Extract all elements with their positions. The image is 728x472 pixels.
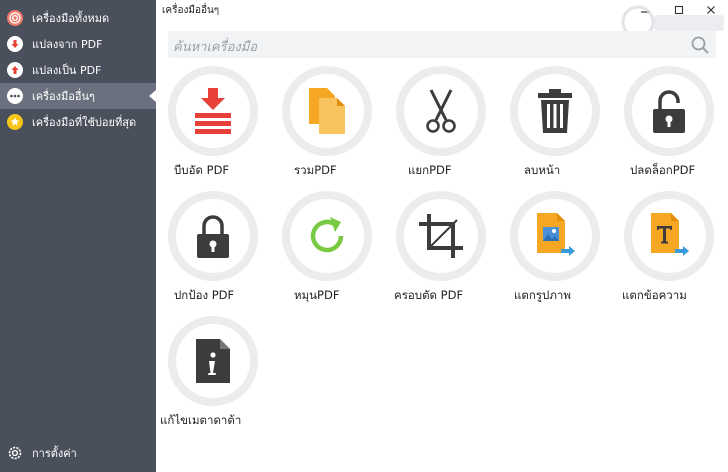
tool-label: ปกป้อง PDF xyxy=(174,288,235,302)
scissors-icon xyxy=(426,89,456,133)
tool-edit-metadata[interactable]: แก้ไขเมตาดาต้า xyxy=(156,316,266,436)
tool-icon-circle xyxy=(282,191,372,281)
compress-icon xyxy=(195,88,231,134)
rotate-icon xyxy=(310,217,344,253)
tool-unlock-pdf[interactable]: ปลดล็อกPDF xyxy=(612,66,722,186)
tool-icon-circle xyxy=(168,191,258,281)
tool-label: แยกPDF xyxy=(408,163,452,177)
main-panel: เครื่องมืออื่นๆ ค้นหาเครื่องมือ บีบอัด P… xyxy=(156,0,728,472)
tool-icon-circle xyxy=(624,66,714,156)
tool-label: ลบหน้า xyxy=(524,163,561,177)
arrow-up-icon xyxy=(7,62,23,78)
extract-image-icon xyxy=(537,213,575,256)
unlock-icon xyxy=(653,90,685,133)
tool-icon-circle xyxy=(168,66,258,156)
sidebar-item-convert-from-pdf[interactable]: แปลงจาก PDF xyxy=(0,31,156,57)
sidebar-item-most-used[interactable]: เครื่องมือที่ใช้บ่อยที่สุด xyxy=(0,109,156,135)
target-icon xyxy=(7,10,23,26)
sidebar-footer: การตั้งค่า xyxy=(0,440,156,466)
tool-label: แตกรูปภาพ xyxy=(514,288,571,302)
tool-label: รวมPDF xyxy=(294,163,337,177)
tool-icon-circle xyxy=(396,191,486,281)
tool-label: ปลดล็อกPDF xyxy=(630,163,696,177)
tool-label: บีบอัด PDF xyxy=(174,163,230,177)
sidebar-item-label: เครื่องมืออื่นๆ xyxy=(32,90,95,103)
search-bar[interactable]: ค้นหาเครื่องมือ xyxy=(168,31,716,58)
tool-label: ครอบตัด PDF xyxy=(394,288,464,302)
gear-icon xyxy=(7,445,23,461)
tool-extract-images[interactable]: แตกรูปภาพ xyxy=(498,191,608,311)
sidebar-item-other-tools[interactable]: เครื่องมืออื่นๆ xyxy=(0,83,156,109)
tool-split-pdf[interactable]: แยกPDF xyxy=(384,66,494,186)
tool-label: แตกข้อความ xyxy=(622,288,687,302)
sidebar: เครื่องมือทั้งหมด แปลงจาก PDF แปลงเป็น P… xyxy=(0,0,156,472)
more-dots-icon xyxy=(7,88,23,104)
lock-icon xyxy=(197,215,229,258)
tool-extract-text[interactable]: แตกข้อความ xyxy=(612,191,722,311)
search-input[interactable]: ค้นหาเครื่องมือ xyxy=(173,36,257,57)
sidebar-menu: เครื่องมือทั้งหมด แปลงจาก PDF แปลงเป็น P… xyxy=(0,0,156,135)
star-icon xyxy=(7,114,23,130)
sidebar-item-convert-to-pdf[interactable]: แปลงเป็น PDF xyxy=(0,57,156,83)
sidebar-item-label: เครื่องมือทั้งหมด xyxy=(32,12,110,25)
tool-label: แก้ไขเมตาดาต้า xyxy=(160,413,242,427)
search-icon[interactable] xyxy=(690,35,710,55)
sidebar-item-label: แปลงเป็น PDF xyxy=(32,64,102,77)
active-indicator xyxy=(149,90,156,102)
window-title: เครื่องมืออื่นๆ xyxy=(162,5,220,16)
tool-merge-pdf[interactable]: รวมPDF xyxy=(270,66,380,186)
crop-icon xyxy=(419,214,463,258)
tool-icon-circle xyxy=(168,316,258,406)
arrow-down-icon xyxy=(7,36,23,52)
extract-text-icon xyxy=(651,213,689,256)
settings-button[interactable]: การตั้งค่า xyxy=(0,440,156,466)
sidebar-item-label: แปลงจาก PDF xyxy=(32,38,103,51)
merge-icon xyxy=(309,88,345,134)
title-bar: เครื่องมืออื่นๆ xyxy=(156,0,728,39)
tool-icon-circle xyxy=(624,191,714,281)
tool-icon-circle xyxy=(396,66,486,156)
info-icon xyxy=(196,339,230,383)
tool-icon-circle xyxy=(510,191,600,281)
sidebar-item-label: เครื่องมือที่ใช้บ่อยที่สุด xyxy=(32,116,137,129)
tool-label: หมุนPDF xyxy=(294,288,340,302)
tool-icon-circle xyxy=(510,66,600,156)
tool-crop-pdf[interactable]: ครอบตัด PDF xyxy=(384,191,494,311)
tool-icon-circle xyxy=(282,66,372,156)
tool-delete-pages[interactable]: ลบหน้า xyxy=(498,66,608,186)
settings-label: การตั้งค่า xyxy=(32,447,77,460)
tool-rotate-pdf[interactable]: หมุนPDF xyxy=(270,191,380,311)
trash-icon xyxy=(538,89,572,133)
tool-compress-pdf[interactable]: บีบอัด PDF xyxy=(156,66,266,186)
sidebar-item-all-tools[interactable]: เครื่องมือทั้งหมด xyxy=(0,5,156,31)
tool-protect-pdf[interactable]: ปกป้อง PDF xyxy=(156,191,266,311)
